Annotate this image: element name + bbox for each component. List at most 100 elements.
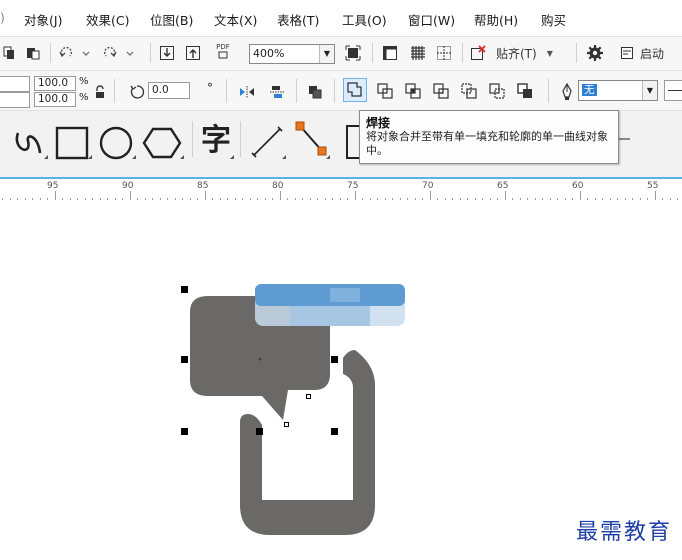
mirror-horizontal-icon[interactable] — [236, 81, 258, 103]
node-handle[interactable] — [284, 422, 289, 427]
menu-bitmaps[interactable]: 位图(B) — [150, 10, 193, 29]
mirror-vertical-icon[interactable] — [266, 81, 288, 103]
ruler-label: 65 — [497, 181, 509, 191]
selection-handle-bottom-center[interactable] — [256, 428, 263, 435]
copy-icon[interactable] — [2, 42, 16, 64]
snap-to-dropdown[interactable]: 贴齐(T) ▼ — [496, 42, 568, 64]
undo-button[interactable] — [56, 42, 96, 64]
scale-y-input[interactable]: 100.0 — [34, 92, 76, 107]
center-marker — [258, 357, 262, 361]
import-icon[interactable] — [158, 42, 176, 64]
text-tool-glyph: 字 — [201, 123, 231, 158]
publish-pdf-icon[interactable]: PDF — [212, 40, 234, 62]
tooltip-title: 焊接 — [366, 116, 391, 130]
separator — [50, 43, 51, 63]
selection-handle-top-left[interactable] — [181, 286, 188, 293]
show-rulers-icon[interactable] — [380, 42, 400, 64]
chevron-down-icon[interactable]: ▼ — [642, 81, 657, 100]
back-minus-front-icon — [489, 83, 505, 99]
horizontal-ruler[interactable]: 95 90 85 80 75 70 65 60 55 — [0, 177, 682, 202]
selection-handle-middle-left[interactable] — [181, 356, 188, 363]
text-tool[interactable]: 字 — [196, 119, 236, 163]
rotation-angle-input[interactable]: 0.0 — [148, 82, 190, 99]
trim-icon — [377, 83, 393, 99]
polygon-icon — [142, 127, 184, 159]
weld-tooltip: 焊接 将对象合并至带有单一填充和轮廓的单一曲线对象中。 — [359, 110, 619, 164]
outline-pen-icon[interactable] — [556, 81, 578, 103]
paste-icon[interactable] — [24, 42, 42, 64]
options-gear-icon[interactable] — [584, 42, 606, 64]
ruler-label: 90 — [122, 181, 134, 191]
ruler-label: 85 — [197, 181, 209, 191]
full-screen-preview-icon[interactable] — [343, 42, 363, 64]
export-icon[interactable] — [184, 42, 202, 64]
drawing-canvas[interactable] — [0, 200, 682, 560]
selection-handle-middle-right[interactable] — [331, 356, 338, 363]
menu-buy[interactable]: 购买 — [541, 10, 566, 29]
zoom-value: 400% — [253, 47, 285, 60]
menu-object[interactable]: 对象(J) — [24, 10, 62, 29]
menu-tools[interactable]: 工具(O) — [342, 10, 387, 29]
outline-width-select[interactable]: 无 ▼ — [578, 80, 658, 101]
node-handle[interactable] — [306, 394, 311, 399]
weld-button[interactable] — [343, 78, 367, 102]
menu-help[interactable]: 帮助(H) — [474, 10, 518, 29]
separator — [226, 79, 227, 103]
launch-button[interactable]: 启动 — [620, 42, 680, 64]
connector-tool[interactable] — [292, 119, 332, 163]
standard-toolbar: PDF 400% ▼ 贴齐(T) ▼ 启动 — [0, 36, 682, 71]
lock-ratio-icon[interactable] — [93, 81, 107, 103]
outline-width-value: 无 — [582, 84, 597, 96]
separator — [334, 79, 335, 103]
selection-handle-bottom-left[interactable] — [181, 428, 188, 435]
redo-button[interactable] — [100, 42, 140, 64]
menu-table[interactable]: 表格(T) — [277, 10, 319, 29]
chevron-down-icon[interactable]: ▼ — [319, 45, 334, 63]
blurred-label — [255, 284, 405, 326]
freehand-tool[interactable] — [10, 119, 50, 163]
separator — [240, 121, 241, 157]
simplify-button[interactable] — [430, 80, 452, 102]
menu-edge-fragment: ) — [0, 10, 5, 25]
polygon-tool[interactable] — [142, 119, 186, 163]
menu-text[interactable]: 文本(X) — [214, 10, 257, 29]
line-style-select[interactable] — [664, 80, 682, 101]
separator — [372, 43, 373, 63]
pdf-label: PDF — [216, 43, 230, 51]
zoom-select[interactable]: 400% ▼ — [249, 44, 335, 64]
rectangle-tool[interactable] — [54, 119, 94, 163]
selection-handle-bottom-right[interactable] — [331, 428, 338, 435]
show-grid-icon[interactable] — [408, 42, 428, 64]
percent-label-y: % — [79, 92, 89, 103]
separator — [192, 121, 193, 157]
ruler-label: 80 — [272, 181, 284, 191]
intersect-icon — [405, 83, 421, 99]
separator — [114, 79, 115, 103]
separator — [296, 79, 297, 103]
freehand-curve-icon — [15, 132, 48, 159]
front-minus-back-button[interactable] — [458, 80, 480, 102]
dimension-tool[interactable] — [248, 119, 288, 163]
chevron-down-icon: ▼ — [546, 48, 553, 58]
show-guidelines-icon[interactable] — [434, 42, 454, 64]
back-minus-front-button[interactable] — [486, 80, 508, 102]
object-size-field-2[interactable] — [0, 92, 30, 108]
ruler-label: 70 — [422, 181, 434, 191]
trim-button[interactable] — [374, 80, 396, 102]
intersect-button[interactable] — [402, 80, 424, 102]
menu-effects[interactable]: 效果(C) — [86, 10, 129, 29]
parallel-dimension-icon — [251, 126, 286, 159]
flyout-arrow-icon — [230, 155, 234, 159]
boundary-button[interactable] — [514, 80, 536, 102]
ruler-label: 75 — [347, 181, 359, 191]
snap-off-icon[interactable] — [468, 42, 488, 64]
menu-window[interactable]: 窗口(W) — [408, 10, 455, 29]
ellipse-icon — [99, 126, 136, 160]
object-size-field[interactable] — [0, 76, 30, 92]
ellipse-tool[interactable] — [98, 119, 138, 163]
scale-x-input[interactable]: 100.0 — [34, 76, 76, 91]
separator — [150, 43, 151, 63]
weld-icon — [347, 82, 362, 97]
boundary-icon — [517, 83, 532, 98]
shaping-icon[interactable] — [304, 81, 326, 103]
